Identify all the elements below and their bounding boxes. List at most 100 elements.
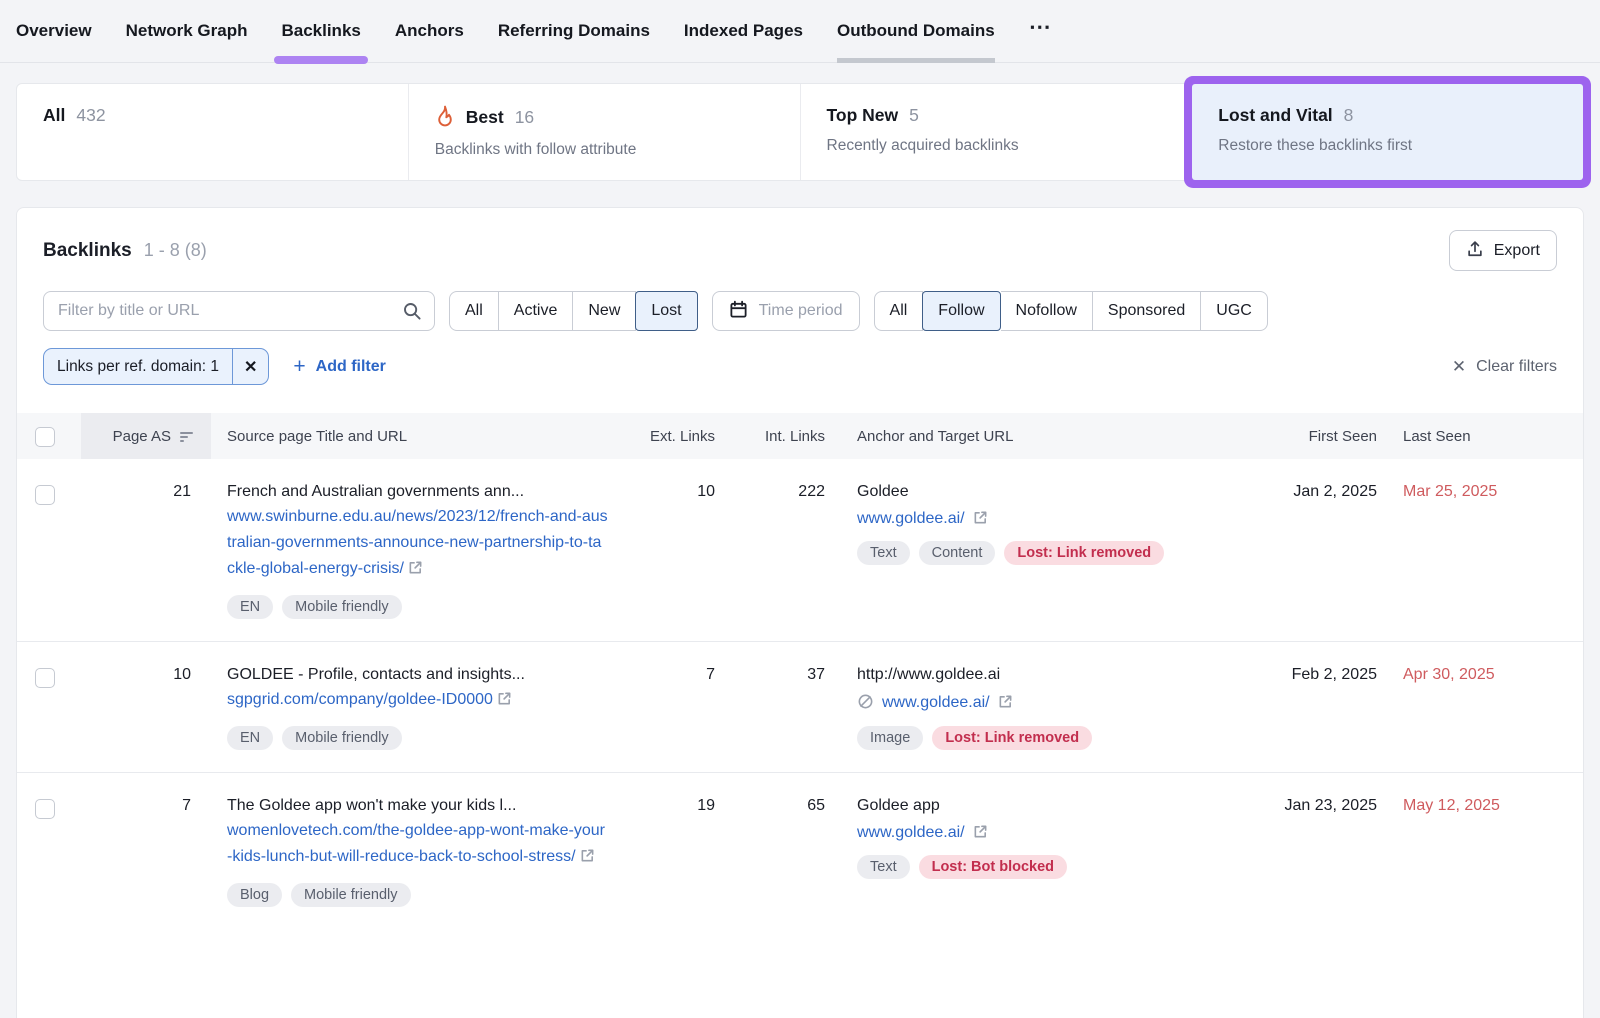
chip-remove-button[interactable]: ✕ <box>232 349 268 384</box>
summary-cards: All 432 Best 16 Backlinks with follow at… <box>16 83 1584 181</box>
page-title: Backlinks <box>43 240 132 262</box>
table-row: 21 French and Australian governments ann… <box>17 459 1583 641</box>
anchor-badge: Content <box>919 541 996 565</box>
external-link-icon[interactable] <box>497 691 512 708</box>
filter-chip-links-per-ref-domain: Links per ref. domain: 1 ✕ <box>43 348 269 385</box>
ext-links-value: 7 <box>639 666 731 750</box>
export-button[interactable]: Export <box>1449 230 1557 271</box>
search-box <box>43 291 435 331</box>
source-url-link[interactable]: sgpgrid.com/company/goldee-ID0000 <box>227 691 493 708</box>
page-as-value: 21 <box>81 483 211 619</box>
tab-referring-domains[interactable]: Referring Domains <box>498 1 650 61</box>
plus-icon: + <box>293 355 305 379</box>
select-all-checkbox[interactable] <box>17 425 81 447</box>
external-link-icon[interactable] <box>408 560 423 577</box>
int-links-value: 37 <box>731 666 841 750</box>
card-lost-and-vital[interactable]: Lost and Vital 8 Restore these backlinks… <box>1192 84 1583 180</box>
first-seen-value: Feb 2, 2025 <box>1261 666 1401 750</box>
add-filter-button[interactable]: + Add filter <box>293 355 385 379</box>
card-top-new[interactable]: Top New 5 Recently acquired backlinks <box>801 84 1193 180</box>
calendar-icon <box>729 300 748 322</box>
card-all[interactable]: All 432 <box>17 84 409 180</box>
source-url-link[interactable]: womenlovetech.com/the-goldee-app-wont-ma… <box>227 822 605 865</box>
anchor-text: Goldee <box>857 483 1261 501</box>
search-input[interactable] <box>43 291 435 331</box>
external-link-icon[interactable] <box>973 510 988 528</box>
export-icon <box>1466 240 1484 261</box>
target-url-link[interactable]: www.goldee.ai/ <box>882 694 990 712</box>
follow-all-button[interactable]: All <box>874 291 924 331</box>
status-new-button[interactable]: New <box>573 291 636 331</box>
target-url-link[interactable]: www.goldee.ai/ <box>857 510 965 528</box>
status-all-button[interactable]: All <box>449 291 499 331</box>
source-badge: Mobile friendly <box>291 883 411 907</box>
lost-status-badge: Lost: Link removed <box>932 726 1092 750</box>
anchor-badge: Text <box>857 541 910 565</box>
source-badge: EN <box>227 726 273 750</box>
external-link-icon[interactable] <box>998 694 1013 712</box>
column-header-anchor[interactable]: Anchor and Target URL <box>841 428 1261 445</box>
column-header-last-seen[interactable]: Last Seen <box>1401 428 1583 445</box>
row-checkbox[interactable] <box>35 668 55 688</box>
row-checkbox[interactable] <box>35 799 55 819</box>
page-as-value: 10 <box>81 666 211 750</box>
status-active-button[interactable]: Active <box>499 291 574 331</box>
source-badge: EN <box>227 595 273 619</box>
last-seen-value: May 12, 2025 <box>1401 797 1583 907</box>
column-header-ext-links[interactable]: Ext. Links <box>639 428 731 445</box>
column-header-int-links[interactable]: Int. Links <box>731 428 841 445</box>
int-links-value: 65 <box>731 797 841 907</box>
ext-links-value: 19 <box>639 797 731 907</box>
flame-icon <box>435 105 455 130</box>
last-seen-value: Mar 25, 2025 <box>1401 483 1583 619</box>
follow-ugc-button[interactable]: UGC <box>1201 291 1268 331</box>
target-url-link[interactable]: www.goldee.ai/ <box>857 824 965 842</box>
first-seen-value: Jan 2, 2025 <box>1261 483 1401 619</box>
tab-backlinks[interactable]: Backlinks <box>281 1 360 61</box>
source-badge: Blog <box>227 883 282 907</box>
int-links-value: 222 <box>731 483 841 619</box>
external-link-icon[interactable] <box>973 824 988 842</box>
row-checkbox[interactable] <box>35 485 55 505</box>
tab-overview[interactable]: Overview <box>16 1 92 61</box>
follow-filter: All Follow Nofollow Sponsored UGC <box>874 291 1268 331</box>
table-header: Page AS Source page Title and URL Ext. L… <box>17 413 1583 459</box>
clear-filters-button[interactable]: ✕ Clear filters <box>1452 357 1557 377</box>
anchor-text: Goldee app <box>857 797 1261 815</box>
table-row: 7 The Goldee app won't make your kids l.… <box>17 772 1583 929</box>
ext-links-value: 10 <box>639 483 731 619</box>
page-as-value: 7 <box>81 797 211 907</box>
follow-follow-button[interactable]: Follow <box>922 291 1000 331</box>
tab-network-graph[interactable]: Network Graph <box>126 1 248 61</box>
time-period-button[interactable]: Time period <box>712 291 860 331</box>
card-best[interactable]: Best 16 Backlinks with follow attribute <box>409 84 801 180</box>
last-seen-value: Apr 30, 2025 <box>1401 666 1583 750</box>
table-body: 21 French and Australian governments ann… <box>17 459 1583 929</box>
column-header-source[interactable]: Source page Title and URL <box>211 428 639 445</box>
lost-status-badge: Lost: Bot blocked <box>919 855 1067 879</box>
source-badge: Mobile friendly <box>282 595 402 619</box>
tab-outbound-domains[interactable]: Outbound Domains <box>837 1 995 61</box>
close-icon: ✕ <box>1452 357 1466 377</box>
source-badge: Mobile friendly <box>282 726 402 750</box>
column-header-page-as[interactable]: Page AS <box>81 413 211 459</box>
result-range: 1 - 8 (8) <box>144 240 207 261</box>
follow-nofollow-button[interactable]: Nofollow <box>1001 291 1093 331</box>
image-link-icon <box>857 693 874 713</box>
source-title: GOLDEE - Profile, contacts and insights.… <box>227 666 609 684</box>
tab-indexed-pages[interactable]: Indexed Pages <box>684 1 803 61</box>
more-tabs-button[interactable]: ⋯ <box>1029 14 1053 48</box>
table-row: 10 GOLDEE - Profile, contacts and insigh… <box>17 641 1583 772</box>
anchor-text: http://www.goldee.ai <box>857 666 1261 684</box>
follow-sponsored-button[interactable]: Sponsored <box>1093 291 1201 331</box>
backlinks-panel: Backlinks 1 - 8 (8) Export All Active Ne… <box>16 207 1584 1018</box>
anchor-badge: Text <box>857 855 910 879</box>
search-icon[interactable] <box>402 301 422 324</box>
anchor-badge: Image <box>857 726 923 750</box>
status-lost-button[interactable]: Lost <box>635 291 697 331</box>
lost-status-badge: Lost: Link removed <box>1004 541 1164 565</box>
external-link-icon[interactable] <box>580 848 595 865</box>
column-header-first-seen[interactable]: First Seen <box>1261 428 1401 445</box>
first-seen-value: Jan 23, 2025 <box>1261 797 1401 907</box>
tab-anchors[interactable]: Anchors <box>395 1 464 61</box>
